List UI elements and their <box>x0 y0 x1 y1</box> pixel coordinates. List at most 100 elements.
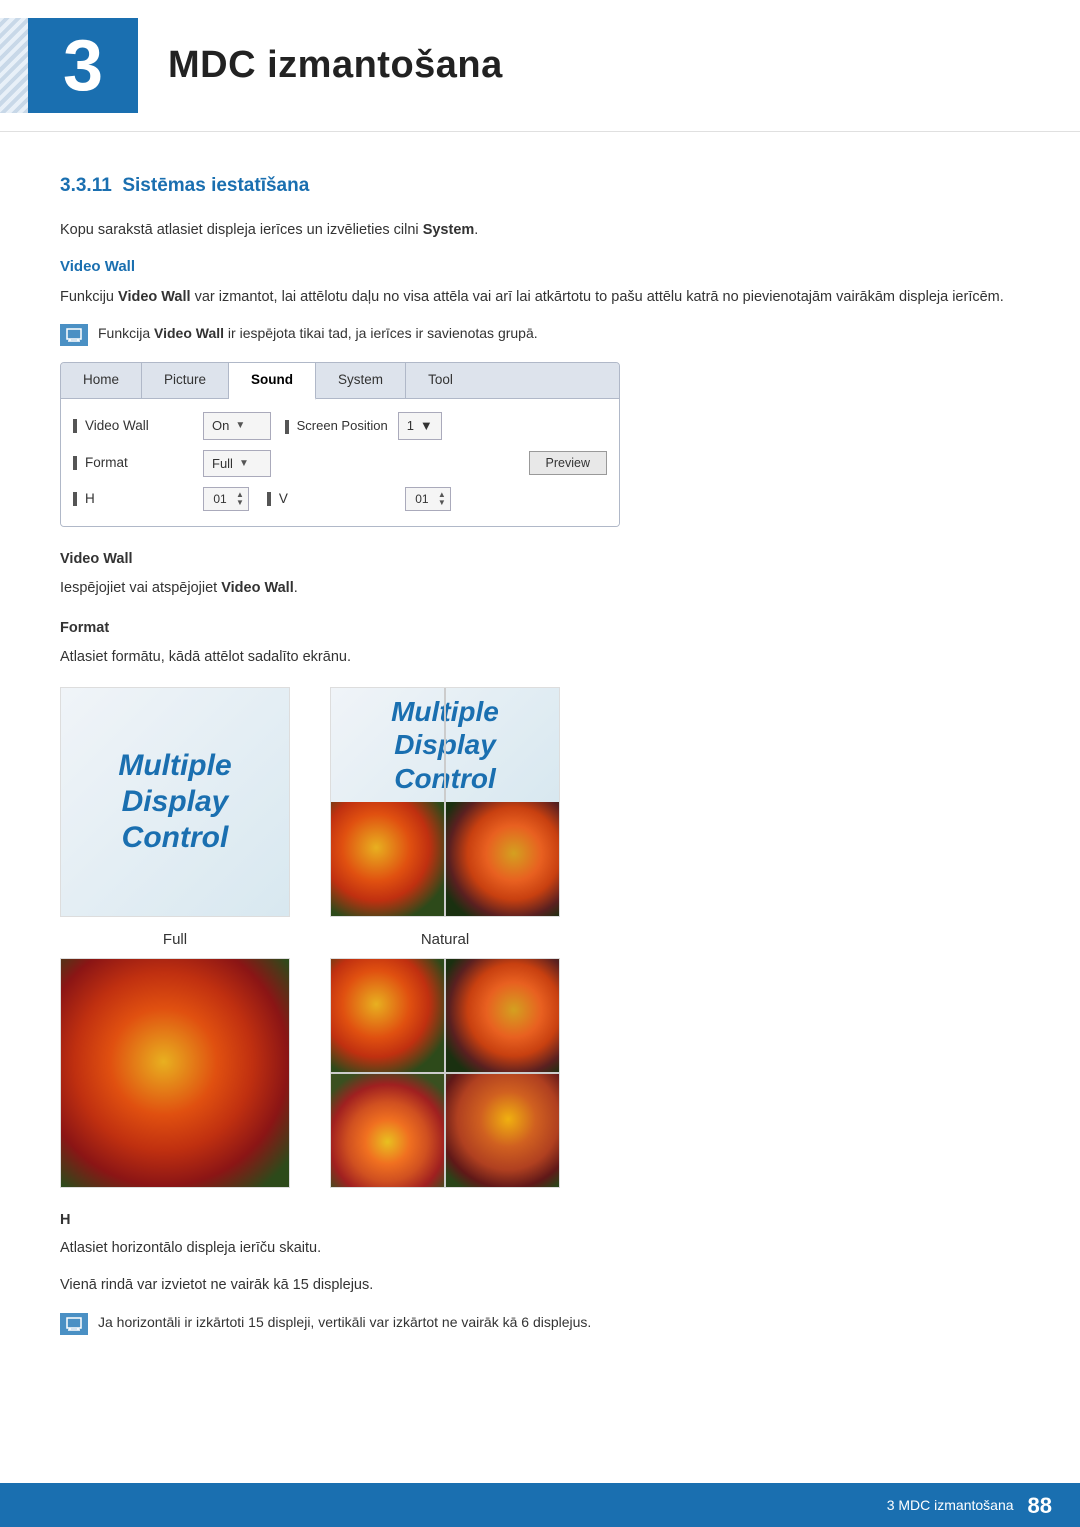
natural-cell-tl: Multiple Display Control <box>331 688 444 802</box>
format-img-natural: Multiple Display Control Multiple Displa… <box>330 687 560 917</box>
panel-row-hv: H 01 ▲ ▼ V 01 ▲ ▼ <box>73 482 607 516</box>
panel-body: Video Wall On ▼ Screen Position 1 ▼ <box>61 399 619 526</box>
h-spinner-arrows: ▲ ▼ <box>236 491 244 507</box>
preview-button[interactable]: Preview <box>529 451 607 475</box>
page-footer: 3 MDC izmantošana 88 <box>0 1483 1080 1527</box>
format-select-arrow: ▼ <box>239 456 249 471</box>
format-select-value: Full <box>212 454 233 474</box>
format-label: Format <box>85 453 128 473</box>
note-box: Funkcija Video Wall ir iespējota tikai t… <box>60 323 1020 346</box>
tab-system[interactable]: System <box>316 363 406 398</box>
photo-full <box>60 958 290 1188</box>
screen-position-select[interactable]: 1 ▼ <box>398 412 442 440</box>
format-images: Multiple Display Control Full Multiple D… <box>60 687 1020 952</box>
h-heading: H <box>60 1210 1020 1232</box>
photo-item-natural <box>330 958 560 1188</box>
mdc-line3: Control <box>122 820 229 856</box>
h-spinner[interactable]: 01 ▲ ▼ <box>203 487 249 511</box>
bar-indicator-3 <box>73 492 77 506</box>
chapter-number: 3 <box>63 12 103 120</box>
format-img-full: Multiple Display Control <box>60 687 290 917</box>
h-note-box: Ja horizontāli ir izkārtoti 15 displeji,… <box>60 1312 1020 1335</box>
flower-img-3 <box>331 1074 444 1187</box>
bar-indicator-2 <box>73 456 77 470</box>
photo-item-full <box>60 958 290 1188</box>
mdc-line2: Display <box>122 784 229 820</box>
panel-label-videowall: Video Wall <box>73 416 203 436</box>
section-title: Sistēmas iestatīšana <box>122 175 309 196</box>
screen-position-value: 1 <box>407 416 414 436</box>
main-content: 3.3.11 Sistēmas iestatīšana Kopu sarakst… <box>0 132 1080 1411</box>
bar-indicator-1 <box>73 419 77 433</box>
h-text1: Atlasiet horizontālo displeja ierīču ska… <box>60 1237 1020 1260</box>
format-subheading: Format <box>60 618 1020 640</box>
video-wall-desc-text: Iespējojiet vai atspējojiet Video Wall. <box>60 577 1020 600</box>
note-text: Funkcija Video Wall ir iespējota tikai t… <box>98 323 538 344</box>
v-spinner-arrows: ▲ ▼ <box>438 491 446 507</box>
h-spinner-value: 01 <box>208 490 232 508</box>
chapter-title: MDC izmantošana <box>168 37 503 94</box>
natural-top-row: Multiple Display Control Multiple Displa… <box>331 688 559 802</box>
format-desc-text: Atlasiet formātu, kādā attēlot sadalīto … <box>60 646 1020 669</box>
menu-bar: Home Picture Sound System Tool <box>61 363 619 399</box>
screen-position-text: Screen Position <box>297 418 388 433</box>
photo-grid <box>331 959 559 1187</box>
format-item-full: Multiple Display Control Full <box>60 687 290 952</box>
bar-indicator-4 <box>267 492 271 506</box>
photo-cell-4 <box>446 1074 559 1187</box>
panel-label-format: Format <box>73 453 203 473</box>
screen-position-label: Screen Position <box>285 416 388 436</box>
videowall-label: Video Wall <box>85 416 149 436</box>
format-label-natural: Natural <box>421 929 469 952</box>
flower-full-img <box>61 959 289 1187</box>
v-spinner-down: ▼ <box>438 499 446 507</box>
video-wall-heading: Video Wall <box>60 256 1020 279</box>
page-header: 3 MDC izmantošana <box>0 0 1080 132</box>
h-note-text: Ja horizontāli ir izkārtoti 15 displeji,… <box>98 1312 591 1333</box>
tab-tool[interactable]: Tool <box>406 363 475 398</box>
flower-img-4 <box>446 1074 559 1187</box>
video-wall-subheading: Video Wall <box>60 549 1020 571</box>
screen-position-arrow: ▼ <box>420 416 433 436</box>
videowall-select-arrow: ▼ <box>235 418 245 433</box>
natural-bottom-row <box>331 802 559 916</box>
panel-label-h: H <box>73 489 203 509</box>
section-heading: 3.3.11 Sistēmas iestatīšana <box>60 172 1020 201</box>
videowall-select-value: On <box>212 416 229 436</box>
format-item-natural: Multiple Display Control Multiple Displa… <box>330 687 560 952</box>
v-spinner-value: 01 <box>410 490 434 508</box>
h-label: H <box>85 489 95 509</box>
tab-home[interactable]: Home <box>61 363 142 398</box>
panel-row-videowall: Video Wall On ▼ Screen Position 1 ▼ <box>73 407 607 445</box>
h-text2: Vienā rindā var izvietot ne vairāk kā 15… <box>60 1274 1020 1297</box>
videowall-select[interactable]: On ▼ <box>203 412 271 440</box>
natural-photo-br <box>446 802 559 916</box>
natural-photo-bl <box>331 802 444 916</box>
h-spinner-down: ▼ <box>236 499 244 507</box>
natural-cell-tr: Multiple Display Control <box>446 688 559 802</box>
chapter-number-box: 3 <box>28 18 138 113</box>
header-diagonal <box>0 18 28 113</box>
footer-text: 3 MDC izmantošana <box>887 1495 1014 1516</box>
ui-panel: Home Picture Sound System Tool Video Wal… <box>60 362 620 527</box>
mdc-text-full: Multiple Display Control <box>61 688 289 916</box>
section-number: 3.3.11 <box>60 175 112 196</box>
format-select[interactable]: Full ▼ <box>203 450 271 478</box>
v-spinner[interactable]: 01 ▲ ▼ <box>405 487 451 511</box>
tab-sound[interactable]: Sound <box>229 363 316 399</box>
tab-picture[interactable]: Picture <box>142 363 229 398</box>
footer-page-number: 88 <box>1028 1489 1052 1522</box>
video-wall-description: Funkciju Video Wall var izmantot, lai at… <box>60 286 1020 309</box>
mdc-line1: Multiple <box>118 748 231 784</box>
format-label-full: Full <box>163 929 187 952</box>
photo-cell-3 <box>331 1074 444 1187</box>
photo-natural <box>330 958 560 1188</box>
photo-cell-2 <box>446 959 559 1072</box>
panel-row-format: Format Full ▼ Preview <box>73 445 607 483</box>
photo-images-row <box>60 958 1020 1188</box>
h-note-icon <box>60 1313 88 1335</box>
note-icon <box>60 324 88 346</box>
panel-label-v: V <box>267 489 397 509</box>
flower-img-2 <box>446 959 559 1072</box>
v-label: V <box>279 489 288 509</box>
